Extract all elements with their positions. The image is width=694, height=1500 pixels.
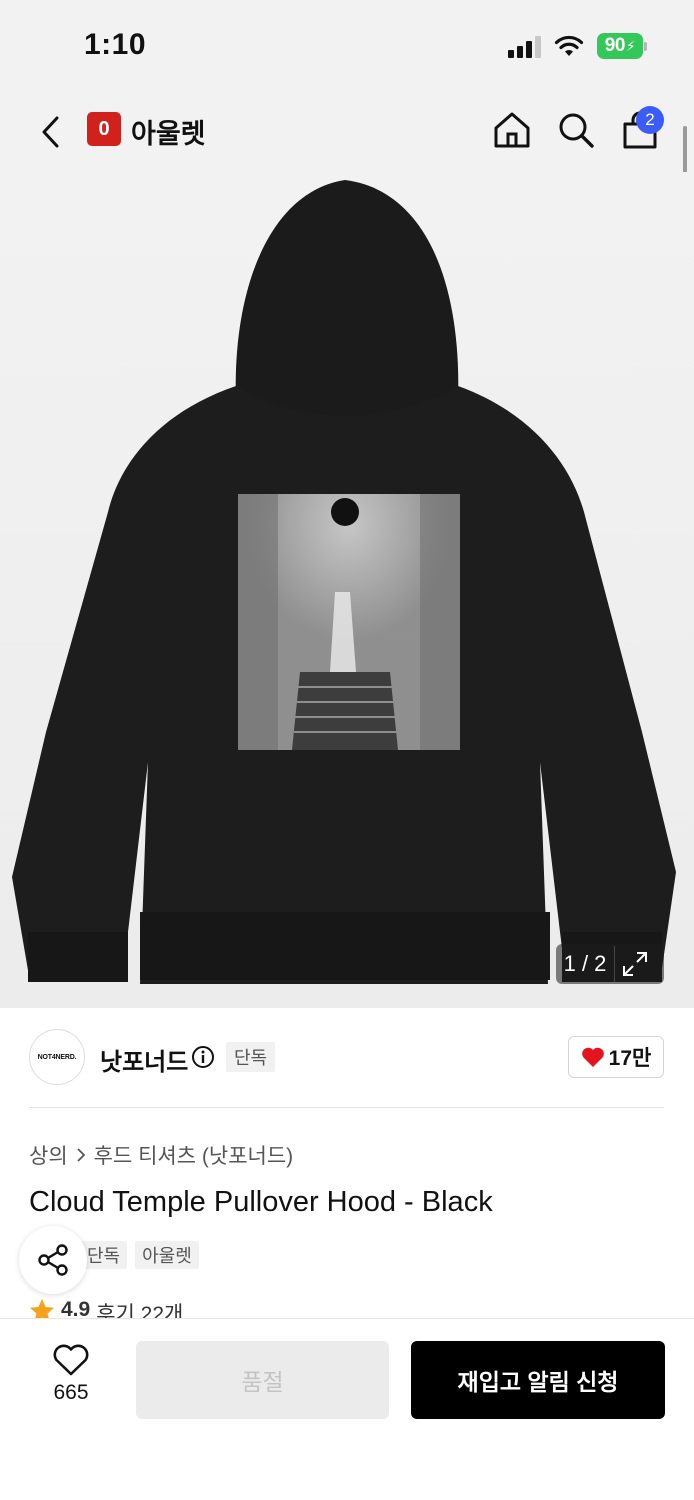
back-button[interactable] xyxy=(30,110,70,154)
hoodie-image xyxy=(12,180,676,984)
image-counter: 1 / 2 xyxy=(556,944,664,984)
outlet-logo[interactable]: 0 xyxy=(87,112,121,146)
breadcrumb-category[interactable]: 상의 xyxy=(29,1140,68,1170)
rating-row[interactable]: 4.9 후기 22개 xyxy=(29,1298,183,1320)
status-time: 1:10 xyxy=(84,28,147,61)
chevron-left-icon xyxy=(42,116,59,148)
store-name[interactable]: 아울렛 xyxy=(131,112,206,151)
image-counter-text: 1 / 2 xyxy=(563,951,607,976)
restock-alert-button[interactable]: 재입고 알림 신청 xyxy=(411,1341,665,1419)
cart-count-badge: 2 xyxy=(636,106,664,134)
product-title: Cloud Temple Pullover Hood - Black xyxy=(29,1186,493,1218)
expand-icon xyxy=(622,952,647,976)
brand-name[interactable]: 낫포너드 xyxy=(100,1042,188,1077)
heart-outline-icon xyxy=(53,1344,89,1376)
top-nav: 0 아울렛 xyxy=(0,92,694,172)
battery-tip xyxy=(644,42,647,51)
divider xyxy=(29,1107,664,1108)
product-tags: 단독 아울렛 xyxy=(80,1241,199,1269)
heart-filled-icon xyxy=(581,1047,604,1067)
chevron-right-icon xyxy=(77,1148,85,1162)
rating-score: 4.9 xyxy=(61,1298,91,1320)
brand-like-count: 17만 xyxy=(608,1047,652,1070)
bottom-action-bar: 665 품절 재입고 알림 신청 xyxy=(0,1318,694,1500)
wishlist-button[interactable]: 665 xyxy=(40,1343,102,1413)
cellular-signal-icon xyxy=(508,36,541,58)
star-icon xyxy=(30,1299,54,1320)
expand-button[interactable] xyxy=(614,946,654,982)
wifi-icon xyxy=(554,35,584,56)
brand-avatar[interactable]: NOT4NERD. xyxy=(29,1029,85,1085)
home-icon[interactable] xyxy=(492,110,532,150)
review-count[interactable]: 후기 22개 xyxy=(96,1298,183,1320)
share-button[interactable] xyxy=(19,1226,87,1294)
wishlist-count: 665 xyxy=(53,1381,89,1404)
breadcrumb: 상의 후드 티셔츠 (낫포너드) xyxy=(29,1140,293,1170)
tag-exclusive: 단독 xyxy=(80,1241,128,1269)
soldout-button: 품절 xyxy=(136,1341,389,1419)
share-icon xyxy=(38,1244,68,1276)
brand-like-button[interactable]: 17만 xyxy=(568,1036,664,1078)
status-bar: 1:10 90 ⚡ xyxy=(0,0,694,92)
info-icon[interactable] xyxy=(191,1045,215,1069)
exclusive-tag: 단독 xyxy=(226,1042,276,1072)
battery-indicator: 90 ⚡ xyxy=(597,33,643,59)
product-image[interactable] xyxy=(0,172,694,1008)
tag-outlet: 아울렛 xyxy=(135,1241,199,1269)
breadcrumb-subcategory[interactable]: 후드 티셔츠 (낫포너드) xyxy=(94,1140,294,1170)
search-icon[interactable] xyxy=(556,110,596,150)
